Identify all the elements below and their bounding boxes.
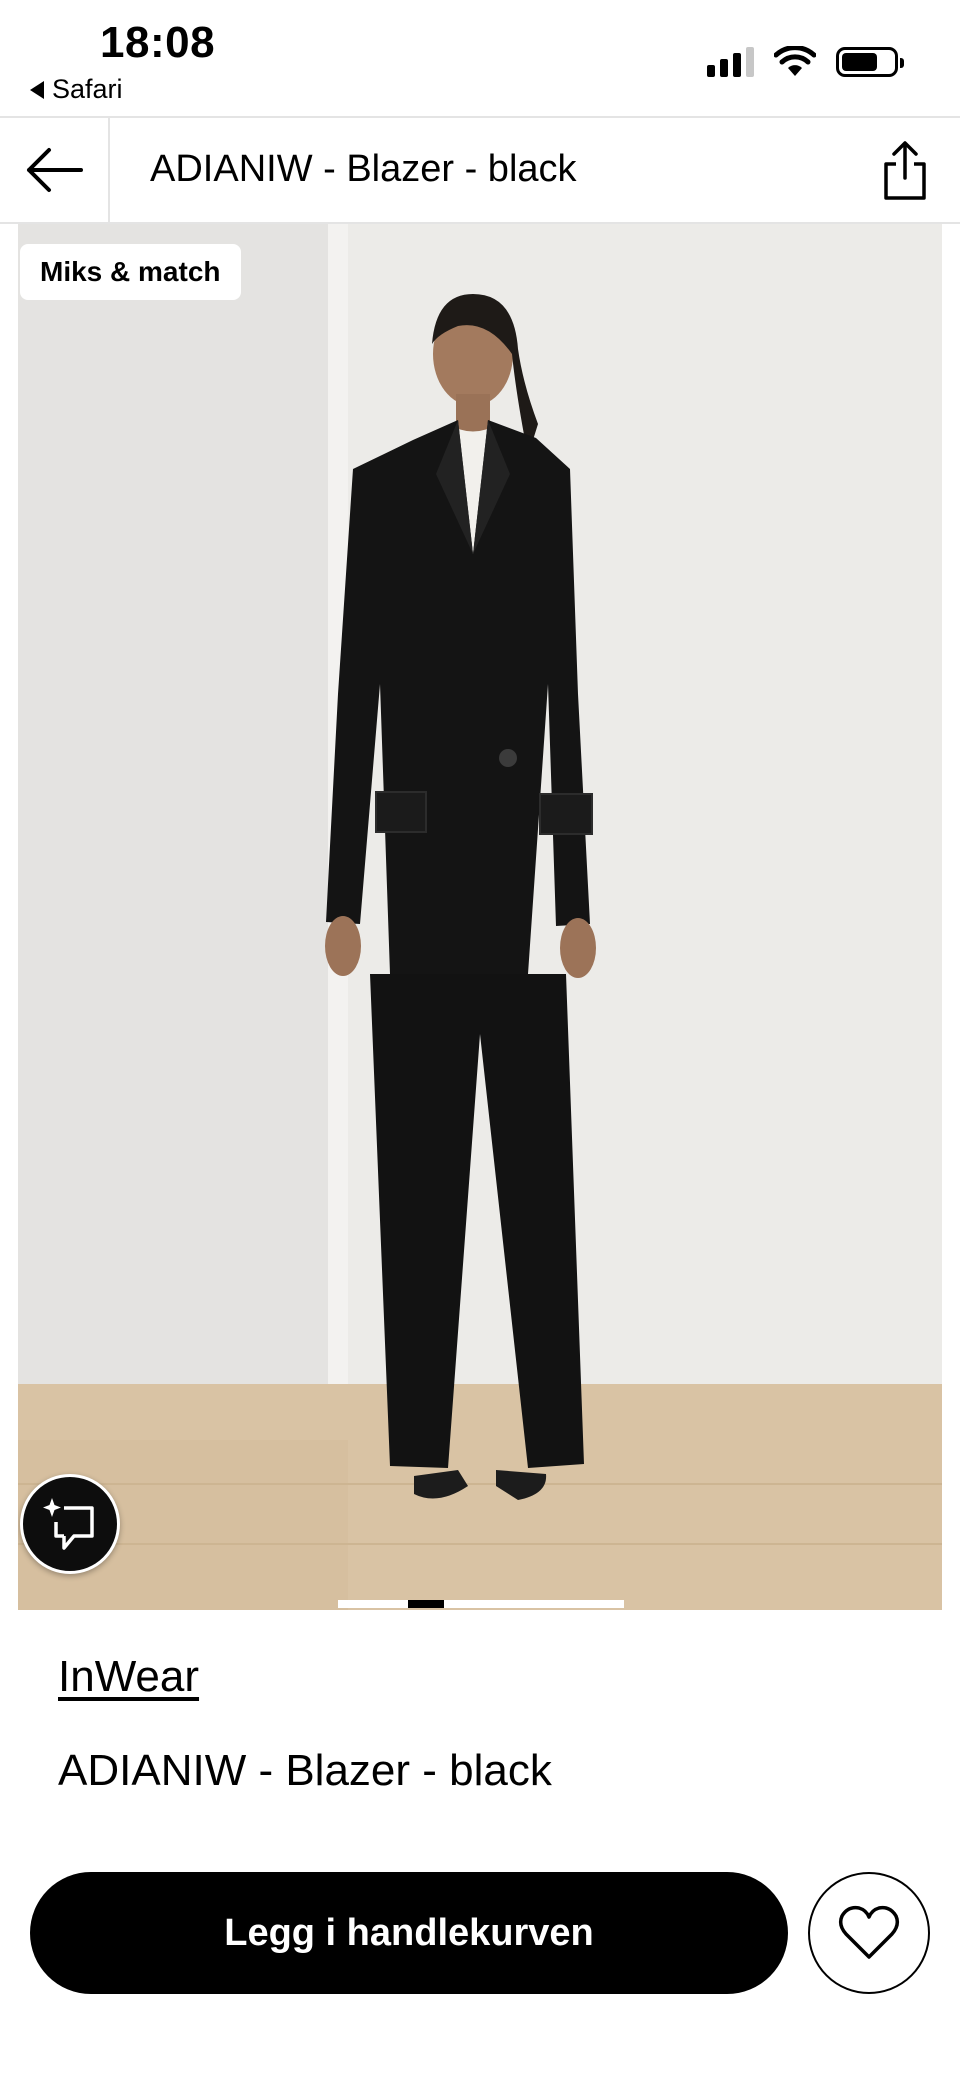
- arrow-left-icon: [27, 148, 83, 192]
- safari-back-label: Safari: [52, 74, 123, 104]
- gallery-page-indicator: [338, 1600, 624, 1608]
- ai-assistant-button[interactable]: [20, 1474, 120, 1574]
- back-button[interactable]: [0, 118, 110, 222]
- safari-back-link[interactable]: Safari: [30, 74, 123, 105]
- product-image[interactable]: Miks & match: [18, 224, 942, 1610]
- share-icon: [884, 141, 926, 200]
- brand-link[interactable]: InWear: [58, 1652, 199, 1702]
- heart-icon: [838, 1905, 900, 1959]
- status-icons: [707, 46, 904, 78]
- battery-icon: [836, 47, 904, 77]
- model-photo: [18, 224, 942, 1610]
- signal-icon: [707, 47, 754, 77]
- sparkle-chat-icon: [43, 1498, 94, 1550]
- page-title: ADIANIW - Blazer - black: [150, 148, 577, 190]
- mix-match-badge[interactable]: Miks & match: [20, 244, 241, 300]
- share-button[interactable]: [872, 136, 938, 206]
- product-name: ADIANIW - Blazer - black: [58, 1746, 552, 1795]
- add-to-cart-button[interactable]: Legg i handlekurven: [30, 1872, 788, 1994]
- status-time: 18:08: [100, 18, 216, 67]
- nav-header: ADIANIW - Blazer - black: [0, 116, 960, 224]
- status-bar: 18:08 Safari: [0, 0, 960, 116]
- back-triangle-icon: [30, 80, 44, 99]
- wishlist-button[interactable]: [808, 1872, 930, 1994]
- wifi-icon: [774, 46, 816, 76]
- gallery-active-dot: [408, 1600, 444, 1608]
